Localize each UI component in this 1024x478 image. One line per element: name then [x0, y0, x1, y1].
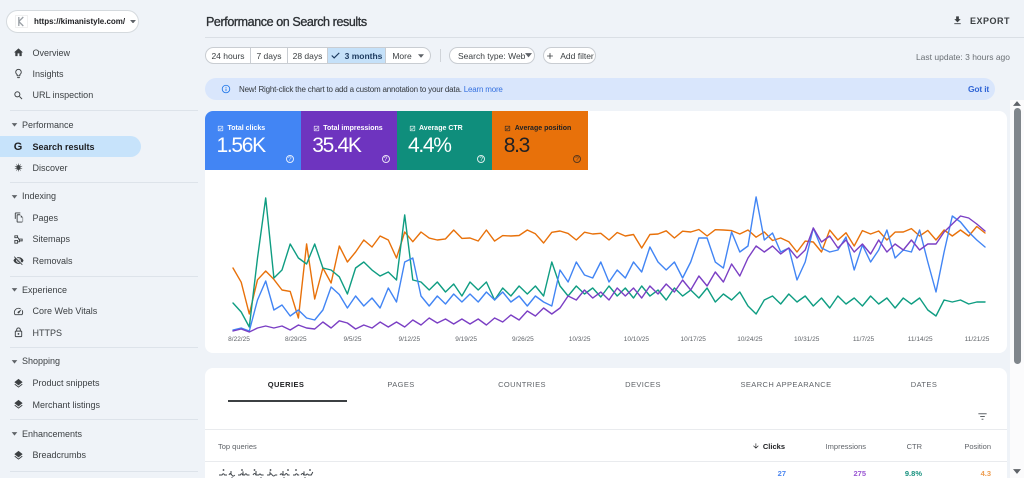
svg-text:8/29/25: 8/29/25: [285, 336, 307, 343]
svg-text:8/22/25: 8/22/25: [228, 336, 250, 343]
svg-text:10/10/25: 10/10/25: [624, 336, 650, 343]
svg-text:11/7/25: 11/7/25: [853, 336, 875, 343]
svg-text:9/26/25: 9/26/25: [512, 336, 534, 343]
svg-text:10/3/25: 10/3/25: [569, 336, 591, 343]
svg-text:9/19/25: 9/19/25: [455, 336, 477, 343]
svg-text:11/14/25: 11/14/25: [908, 336, 933, 343]
svg-text:10/24/25: 10/24/25: [737, 336, 763, 343]
svg-text:10/31/25: 10/31/25: [794, 336, 820, 343]
svg-text:11/21/25: 11/21/25: [965, 336, 990, 343]
svg-text:9/5/25: 9/5/25: [343, 336, 361, 343]
svg-text:9/12/25: 9/12/25: [398, 336, 420, 343]
svg-text:10/17/25: 10/17/25: [681, 336, 707, 343]
